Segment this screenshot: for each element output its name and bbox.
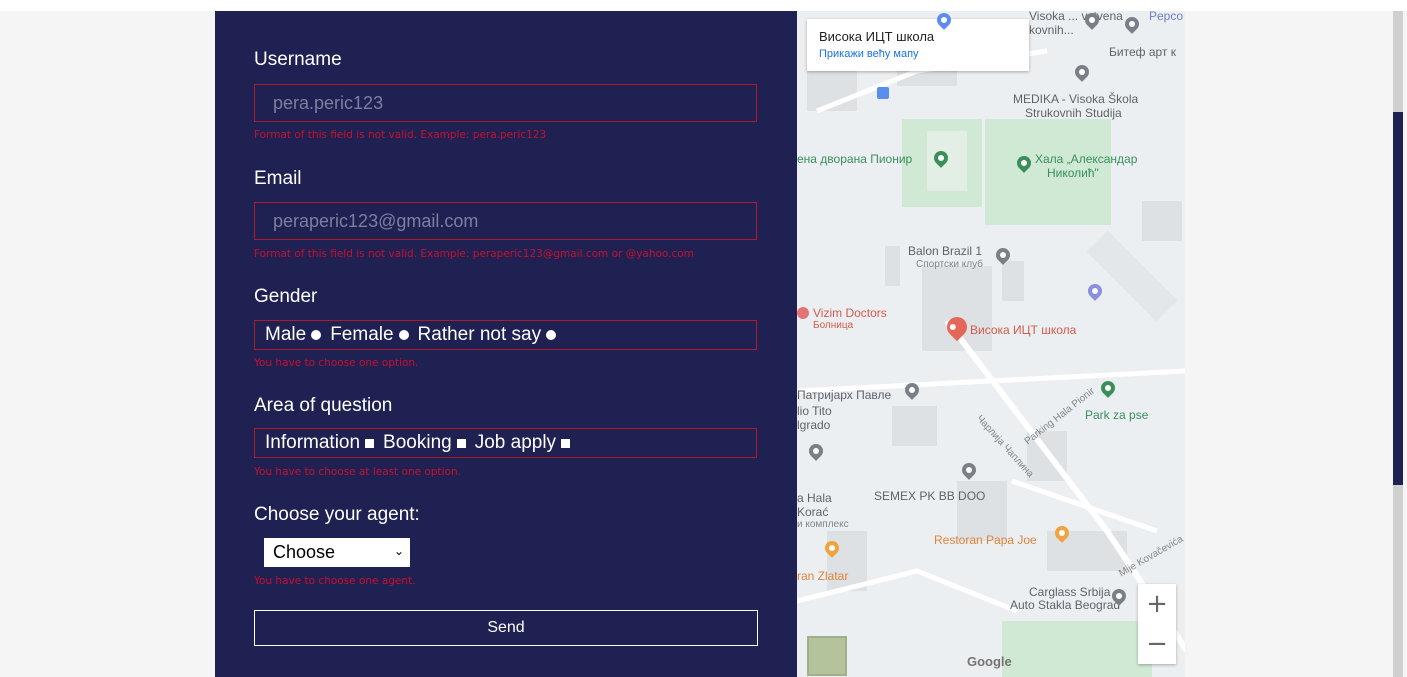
area-option-booking[interactable]: Booking	[383, 432, 466, 454]
view-larger-map-link[interactable]: Прикажи већу мапу	[819, 48, 919, 60]
place-title: Висока ИЦТ школа	[819, 29, 935, 44]
gender-option-rather-not-say[interactable]: Rather not say	[418, 324, 557, 346]
map-label: Спортски клуб	[916, 259, 983, 270]
map-label: Pepco	[1149, 11, 1184, 23]
female-radio[interactable]	[398, 330, 409, 340]
gender-error: You have to choose one option.	[254, 357, 419, 369]
area-option-label: Information	[265, 432, 361, 453]
email-error: Format of this field is not valid. Examp…	[254, 248, 694, 260]
map-label: Strukovnih Studija	[1025, 106, 1122, 120]
area-error: You have to choose at least one option.	[254, 466, 462, 478]
send-button[interactable]: Send	[254, 610, 758, 646]
username-field-box	[254, 84, 757, 122]
agent-label: Choose your agent:	[254, 504, 420, 525]
gender-option-female[interactable]: Female	[330, 324, 409, 346]
map-label: Vizim Doctors	[813, 306, 887, 320]
map-background	[797, 11, 1185, 677]
map-label: lgrado	[797, 418, 831, 432]
email-field-box	[254, 202, 757, 240]
gender-option-label: Rather not say	[417, 324, 542, 345]
map-label: kovnih...	[1029, 23, 1074, 37]
map-label: и комплекс	[797, 519, 849, 530]
top-strip	[0, 0, 1407, 11]
area-option-job-apply[interactable]: Job apply	[474, 432, 571, 454]
map-embed[interactable]: Висока ИЦТ школа Прикажи већу мапу Visok…	[797, 11, 1185, 677]
gender-option-label: Female	[330, 324, 394, 345]
map-label: Balon Brazil 1	[908, 244, 983, 258]
area-option-information[interactable]: Information	[265, 432, 375, 454]
map-label: Carglass Srbija -	[1029, 585, 1118, 599]
gender-options: Male Female Rather not say	[254, 320, 757, 350]
map-label: Николић"	[1047, 166, 1099, 180]
map-label: Park za pse	[1085, 408, 1149, 422]
map-label: Korać	[797, 505, 829, 519]
zoom-in-button[interactable]: +	[1138, 584, 1176, 624]
gender-option-male[interactable]: Male	[265, 324, 322, 346]
booking-checkbox[interactable]	[456, 438, 466, 448]
map-label: Auto Stakla Beograd	[1010, 598, 1121, 612]
email-label: Email	[254, 168, 302, 189]
map-label: ена дворана Пионир	[797, 152, 913, 166]
map-label: MEDIKA - Visoka Škola	[1013, 92, 1139, 106]
map-label: Visoka ... vstvena	[1029, 11, 1123, 23]
map-label: SEMEX PK BB DOO	[874, 489, 986, 503]
job-apply-checkbox[interactable]	[561, 438, 571, 448]
rather-not-say-radio[interactable]	[546, 330, 557, 340]
agent-select-value: Choose	[273, 542, 336, 562]
area-option-label: Job apply	[474, 432, 557, 453]
area-label: Area of question	[254, 395, 393, 416]
map-label: Патријарх Павле	[797, 388, 892, 402]
chevron-down-icon: ⌄	[393, 544, 404, 558]
map-label: Хала „Александар	[1035, 152, 1138, 166]
username-input[interactable]	[255, 85, 756, 121]
zoom-control: + −	[1138, 584, 1176, 664]
map-label: Болница	[813, 320, 854, 331]
username-error: Format of this field is not valid. Examp…	[254, 129, 547, 141]
male-radio[interactable]	[311, 330, 322, 340]
map-label: a Hala	[797, 491, 832, 505]
hospital-icon	[797, 307, 809, 319]
map-label: ran Zlatar	[797, 569, 849, 583]
gender-label: Gender	[254, 286, 318, 307]
agent-select[interactable]: Choose ⌄	[264, 538, 410, 567]
map-label: Висока ИЦТ школа	[970, 323, 1077, 337]
map-label: Битеф арт к	[1109, 45, 1176, 59]
agent-error: You have to choose one agent.	[254, 575, 416, 587]
area-options: Information Booking Job apply	[254, 428, 757, 458]
place-info-card: Висока ИЦТ школа Прикажи већу мапу	[807, 19, 1029, 71]
gender-option-label: Male	[265, 324, 307, 345]
email-input[interactable]	[255, 203, 756, 239]
transit-icon	[877, 87, 889, 99]
contact-form: Username Format of this field is not val…	[215, 11, 797, 677]
google-logo: Google	[967, 654, 1012, 669]
map-label: lio Tito	[797, 404, 832, 418]
information-checkbox[interactable]	[365, 438, 375, 448]
area-option-label: Booking	[383, 432, 452, 453]
map-label: Restoran Papa Joe	[934, 533, 1037, 547]
username-label: Username	[254, 49, 342, 70]
scrollbar-thumb[interactable]	[1393, 112, 1403, 485]
zoom-out-button[interactable]: −	[1138, 624, 1176, 664]
